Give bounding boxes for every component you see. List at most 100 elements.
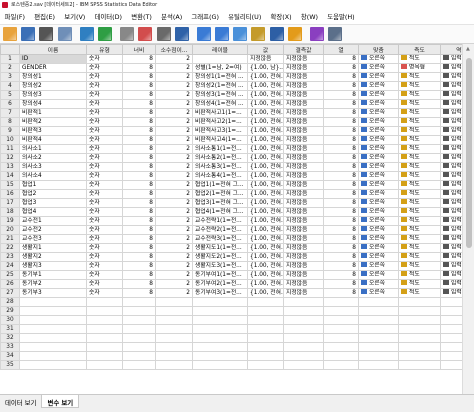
- find-icon[interactable]: [174, 27, 189, 41]
- empty-cell[interactable]: [86, 306, 123, 316]
- name-cell[interactable]: 의사소1: [19, 144, 87, 154]
- columns-cell[interactable]: 8: [323, 198, 359, 208]
- table-row[interactable]: 25 동기부1 숫자 8 2 동기부여1(1=전... {1.00, 전혀... 지정않음 8 오…: [0, 270, 462, 280]
- values-cell[interactable]: {1.00, 전혀...: [247, 153, 284, 163]
- empty-cell[interactable]: [122, 333, 156, 343]
- type-cell[interactable]: 숫자: [86, 63, 123, 73]
- label-cell[interactable]: 생활지도1(1=전...: [192, 243, 248, 253]
- empty-cell[interactable]: [440, 333, 462, 343]
- empty-row[interactable]: 32: [0, 333, 462, 343]
- measure-cell[interactable]: 척도: [398, 279, 441, 289]
- empty-cell[interactable]: [122, 360, 156, 370]
- values-cell[interactable]: {1.00, 전혀...: [247, 144, 284, 154]
- role-cell[interactable]: 입력: [440, 279, 462, 289]
- align-cell[interactable]: 오른쪽: [358, 126, 399, 136]
- name-cell[interactable]: 비판적1: [19, 108, 87, 118]
- empty-cell[interactable]: [122, 297, 156, 307]
- align-cell[interactable]: 오른쪽: [358, 54, 399, 64]
- align-cell[interactable]: 오른쪽: [358, 180, 399, 190]
- empty-cell[interactable]: [323, 306, 359, 316]
- empty-cell[interactable]: [155, 360, 193, 370]
- columns-cell[interactable]: 8: [323, 54, 359, 64]
- measure-cell[interactable]: 척도: [398, 189, 441, 199]
- empty-row[interactable]: 28: [0, 297, 462, 307]
- align-cell[interactable]: 오른쪽: [358, 135, 399, 145]
- decimals-cell[interactable]: 2: [155, 189, 193, 199]
- table-row[interactable]: 22 생활지1 숫자 8 2 생활지도1(1=전... {1.00, 전혀... 지정않음 8 오…: [0, 243, 462, 253]
- decimals-cell[interactable]: 2: [155, 234, 193, 244]
- table-row[interactable]: 9 비판적3 숫자 8 2 비판적사고3(1=... {1.00, 전혀... 지정않음 8 오른…: [0, 126, 462, 136]
- type-cell[interactable]: 숫자: [86, 171, 123, 181]
- name-header[interactable]: 이름: [19, 44, 87, 55]
- empty-cell[interactable]: [247, 324, 284, 334]
- measure-header[interactable]: 측도: [398, 44, 441, 55]
- decimals-cell[interactable]: 2: [155, 81, 193, 91]
- table-row[interactable]: 14 의사소4 숫자 8 2 의사소통4(1=전... {1.00, 전혀... 지정않음 8 오…: [0, 171, 462, 181]
- missing-cell[interactable]: 지정않음: [283, 144, 324, 154]
- empty-cell[interactable]: [155, 351, 193, 361]
- align-cell[interactable]: 오른쪽: [358, 162, 399, 172]
- align-cell[interactable]: 오른쪽: [358, 153, 399, 163]
- align-cell[interactable]: 오른쪽: [358, 144, 399, 154]
- columns-cell[interactable]: 8: [323, 144, 359, 154]
- role-cell[interactable]: 입력: [440, 144, 462, 154]
- label-cell[interactable]: 창의성3(1=전혀 ...: [192, 90, 248, 100]
- empty-cell[interactable]: [358, 306, 399, 316]
- missing-cell[interactable]: 지정않음: [283, 135, 324, 145]
- missing-cell[interactable]: 지정않음: [283, 225, 324, 235]
- split-file-icon[interactable]: [233, 27, 248, 41]
- label-cell[interactable]: 동기부여2(1=전...: [192, 279, 248, 289]
- insert-cases-icon[interactable]: [196, 27, 211, 41]
- table-row[interactable]: 23 생활지2 숫자 8 2 생활지도2(1=전... {1.00, 전혀... 지정않음 8 오…: [0, 252, 462, 262]
- measure-cell[interactable]: 척도: [398, 81, 441, 91]
- label-cell[interactable]: 협업3(1=전혀 그...: [192, 198, 248, 208]
- missing-cell[interactable]: 지정않음: [283, 252, 324, 262]
- empty-cell[interactable]: [122, 351, 156, 361]
- empty-cell[interactable]: [398, 342, 441, 352]
- width-cell[interactable]: 8: [122, 171, 156, 181]
- measure-cell[interactable]: 척도: [398, 162, 441, 172]
- empty-cell[interactable]: [283, 342, 324, 352]
- name-cell[interactable]: 동기부3: [19, 288, 87, 298]
- empty-cell[interactable]: [19, 360, 87, 370]
- label-cell[interactable]: 협업1(1=전혀 그...: [192, 180, 248, 190]
- decimals-cell[interactable]: 2: [155, 135, 193, 145]
- role-cell[interactable]: 입력: [440, 252, 462, 262]
- empty-cell[interactable]: [155, 333, 193, 343]
- align-cell[interactable]: 오른쪽: [358, 288, 399, 298]
- width-cell[interactable]: 8: [122, 216, 156, 226]
- empty-cell[interactable]: [358, 351, 399, 361]
- columns-cell[interactable]: 8: [323, 153, 359, 163]
- columns-cell[interactable]: 8: [323, 99, 359, 109]
- table-row[interactable]: 2 GENDER 숫자 8 2 성별(1=남, 2=여) {1.00, 남}... 지정않음 8…: [0, 63, 462, 73]
- role-cell[interactable]: 입력: [440, 216, 462, 226]
- label-cell[interactable]: 생활지도2(1=전...: [192, 252, 248, 262]
- measure-cell[interactable]: 척도: [398, 126, 441, 136]
- label-cell[interactable]: 교수전략3(1=전...: [192, 234, 248, 244]
- role-cell[interactable]: 입력: [440, 270, 462, 280]
- type-cell[interactable]: 숫자: [86, 225, 123, 235]
- values-cell[interactable]: {1.00, 전혀...: [247, 189, 284, 199]
- empty-cell[interactable]: [440, 351, 462, 361]
- columns-cell[interactable]: 8: [323, 261, 359, 271]
- empty-cell[interactable]: [323, 360, 359, 370]
- label-cell[interactable]: 창의성2(1=전혀 ...: [192, 81, 248, 91]
- type-cell[interactable]: 숫자: [86, 288, 123, 298]
- table-row[interactable]: 16 협업2 숫자 8 2 협업2(1=전혀 그... {1.00, 전혀... 지정않음 8 오…: [0, 189, 462, 199]
- empty-cell[interactable]: [86, 333, 123, 343]
- measure-cell[interactable]: 척도: [398, 270, 441, 280]
- width-cell[interactable]: 8: [122, 207, 156, 217]
- goto-variable-icon[interactable]: [138, 27, 153, 41]
- empty-cell[interactable]: [323, 342, 359, 352]
- name-cell[interactable]: 창의성3: [19, 90, 87, 100]
- align-cell[interactable]: 오른쪽: [358, 207, 399, 217]
- print-icon[interactable]: [39, 27, 54, 41]
- align-cell[interactable]: 오른쪽: [358, 279, 399, 289]
- columns-cell[interactable]: 8: [323, 117, 359, 127]
- table-row[interactable]: 27 동기부3 숫자 8 2 동기부여3(1=전... {1.00, 전혀... 지정않음 8 오…: [0, 288, 462, 298]
- measure-cell[interactable]: 척도: [398, 207, 441, 217]
- name-cell[interactable]: 생활지2: [19, 252, 87, 262]
- table-row[interactable]: 26 동기부2 숫자 8 2 동기부여2(1=전... {1.00, 전혀... 지정않음 8 오…: [0, 279, 462, 289]
- type-cell[interactable]: 숫자: [86, 153, 123, 163]
- name-cell[interactable]: 비판적2: [19, 117, 87, 127]
